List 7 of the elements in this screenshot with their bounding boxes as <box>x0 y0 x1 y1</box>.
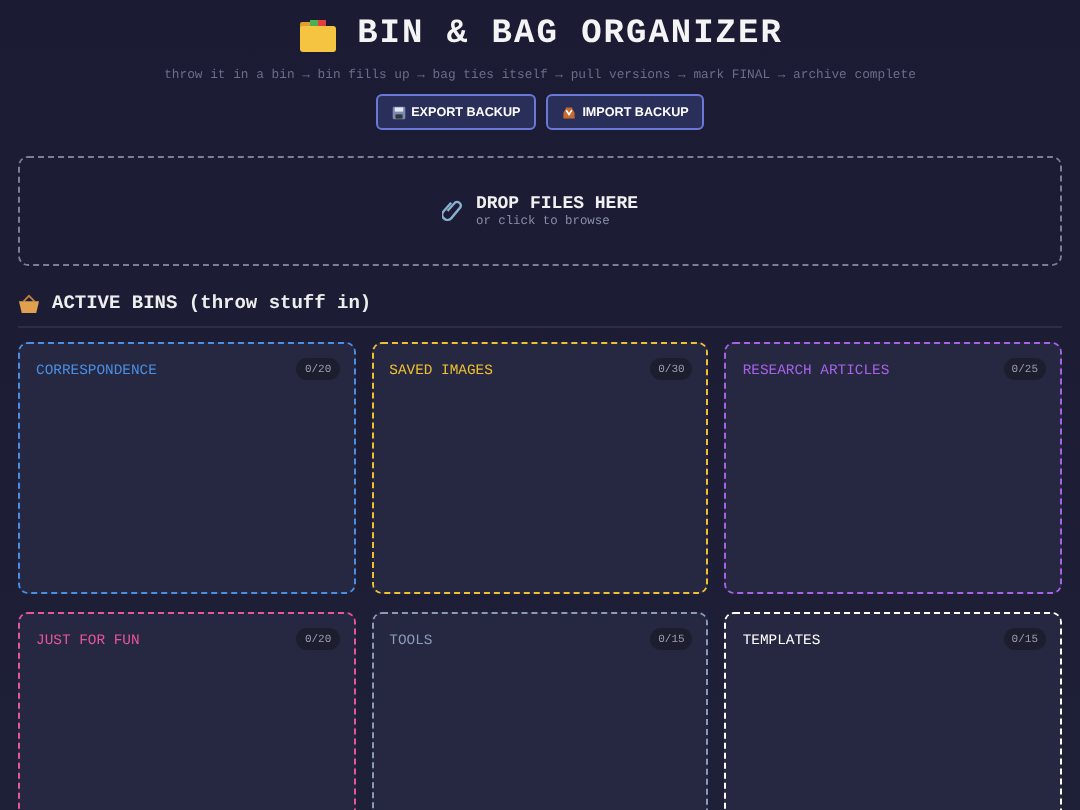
page-title: BIN & BAG ORGANIZER <box>357 16 783 54</box>
folder-icon <box>297 17 338 53</box>
paperclip-icon <box>441 198 464 224</box>
drop-title: DROP FILES HERE <box>475 194 638 214</box>
inbox-tray-icon <box>562 105 577 119</box>
section-title: ACTIVE BINS (throw stuff in) <box>52 292 372 314</box>
basket-icon <box>18 293 40 313</box>
